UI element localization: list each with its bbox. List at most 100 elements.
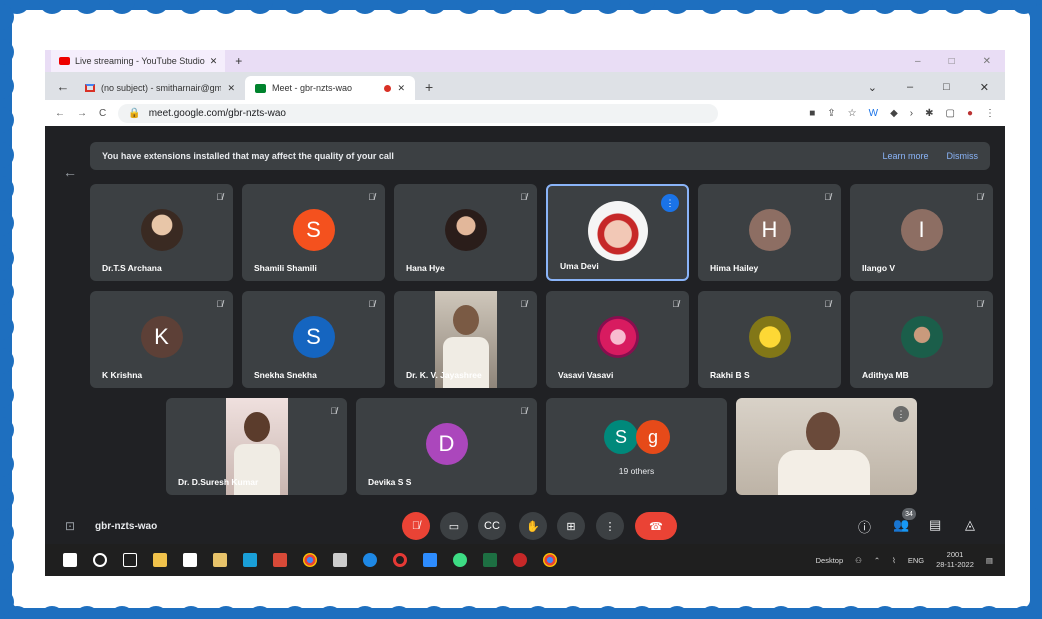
new-tab-button[interactable]: + xyxy=(225,54,252,68)
participant-tile[interactable]: 🎙̸ Vasavi Vasavi xyxy=(546,291,689,388)
url-field[interactable]: 🔒 meet.google.com/gbr-nzts-wao xyxy=(118,103,719,123)
file-explorer-icon[interactable] xyxy=(153,553,167,567)
maximize-button[interactable]: □ xyxy=(949,56,955,67)
url-text: meet.google.com/gbr-nzts-wao xyxy=(148,107,286,119)
tab-search-icon[interactable]: ⌄ xyxy=(868,81,877,94)
participant-name: Hima Hailey xyxy=(710,263,759,273)
sidepanel-icon[interactable]: ▢ xyxy=(946,108,955,119)
leave-call-button[interactable]: ☎ xyxy=(635,512,677,540)
participant-tile[interactable]: I 🎙̸ Ilango V xyxy=(850,184,993,281)
minimize-button[interactable]: – xyxy=(907,81,913,94)
store-icon[interactable] xyxy=(213,553,227,567)
participant-name: Dr.T.S Archana xyxy=(102,263,162,273)
menu-kebab-icon[interactable]: ⋮ xyxy=(985,108,995,119)
participant-name: Uma Devi xyxy=(560,261,599,271)
maximize-button[interactable]: □ xyxy=(943,81,950,94)
minimize-button[interactable]: – xyxy=(915,56,921,67)
participant-tile[interactable]: 🎙̸ Adithya MB xyxy=(850,291,993,388)
mic-off-icon: 🎙̸ xyxy=(330,406,337,416)
camera-toggle-button[interactable]: ▭ xyxy=(440,512,468,540)
participant-tile[interactable]: K 🎙̸ K Krishna xyxy=(90,291,233,388)
notifications-icon[interactable]: ▤ xyxy=(986,556,993,565)
present-button[interactable]: ⊞ xyxy=(557,512,585,540)
back-icon[interactable]: ← xyxy=(55,108,65,119)
tab-gmail[interactable]: (no subject) - smitharnair@gm... ✕ xyxy=(75,76,245,100)
tab-youtube-studio[interactable]: Live streaming - YouTube Studio ✕ xyxy=(51,50,226,72)
forward-icon[interactable]: → xyxy=(77,108,87,119)
edge-icon[interactable] xyxy=(363,553,377,567)
participant-tile[interactable]: 🎙̸ Hana Hye xyxy=(394,184,537,281)
participant-tile-speaking[interactable]: ⋮ Uma Devi xyxy=(546,184,689,281)
mic-toggle-button[interactable]: 🎙̸ xyxy=(402,512,430,540)
people-icon[interactable]: 👥 xyxy=(893,517,909,533)
captions-panel-icon[interactable]: ⊡ xyxy=(65,519,75,533)
learn-more-link[interactable]: Learn more xyxy=(882,151,928,161)
avatar xyxy=(596,315,639,358)
tab-meet[interactable]: Meet - gbr-nzts-wao ✕ xyxy=(245,76,415,100)
task-view-icon[interactable] xyxy=(123,553,137,567)
chrome-icon[interactable] xyxy=(303,553,317,567)
camera-icon[interactable]: ■ xyxy=(809,108,815,119)
back-arrow-icon[interactable]: ← xyxy=(51,72,75,100)
more-options-icon[interactable]: ⋮ xyxy=(893,406,909,422)
avatar xyxy=(444,208,487,251)
app-l-icon[interactable] xyxy=(243,553,257,567)
search-icon[interactable] xyxy=(93,553,107,567)
pdf-icon[interactable] xyxy=(273,553,287,567)
desktop-label[interactable]: Desktop xyxy=(816,556,844,565)
meet-controls: ⊡ gbr-nzts-wao 🎙̸ ▭ CC ✋ ⊞ ⋮ ☎ ⓘ 34 👥 ▤ … xyxy=(45,508,1005,544)
close-button[interactable]: ✕ xyxy=(983,56,991,67)
zoom-icon[interactable] xyxy=(423,553,437,567)
app-icon[interactable] xyxy=(513,553,527,567)
avatar xyxy=(140,208,183,251)
tab-title: Live streaming - YouTube Studio xyxy=(75,56,205,66)
new-tab-button[interactable]: + xyxy=(415,79,443,100)
opera-icon[interactable] xyxy=(393,553,407,567)
bookmark-star-icon[interactable]: ☆ xyxy=(848,108,857,119)
excel-icon[interactable] xyxy=(483,553,497,567)
profile-avatar[interactable]: ● xyxy=(967,108,973,119)
participant-tile[interactable]: 🎙̸ Dr.T.S Archana xyxy=(90,184,233,281)
side-back-arrow-icon[interactable]: ← xyxy=(63,164,77,180)
more-options-button[interactable]: ⋮ xyxy=(596,512,624,540)
others-tile[interactable]: S g 19 others xyxy=(546,398,727,495)
close-button[interactable]: ✕ xyxy=(980,81,989,94)
participant-tile[interactable]: H 🎙̸ Hima Hailey xyxy=(698,184,841,281)
tab-close-icon[interactable]: ✕ xyxy=(210,56,218,67)
participant-tile[interactable]: S 🎙̸ Snekha Snekha xyxy=(242,291,385,388)
activities-icon[interactable]: ◬ xyxy=(965,517,975,533)
share-icon[interactable]: ⇪ xyxy=(827,108,835,119)
reload-icon[interactable]: C xyxy=(99,108,106,119)
participant-tile[interactable]: S 🎙̸ Shamili Shamili xyxy=(242,184,385,281)
tab-close-icon[interactable]: ✕ xyxy=(227,83,235,94)
extension-arrow-icon[interactable]: › xyxy=(910,108,913,119)
participant-tile[interactable]: D 🎙̸ Devika S S xyxy=(356,398,537,495)
mail-icon[interactable] xyxy=(333,553,347,567)
extension-w-icon[interactable]: W xyxy=(869,108,878,119)
chat-icon[interactable]: ▤ xyxy=(929,517,941,533)
participant-name: Ilango V xyxy=(862,263,896,273)
mic-off-icon: 🎙̸ xyxy=(672,299,679,309)
app-icon[interactable] xyxy=(453,553,467,567)
extension-icon[interactable]: ◆ xyxy=(890,108,898,119)
language-indicator[interactable]: ENG xyxy=(908,556,924,565)
dismiss-link[interactable]: Dismiss xyxy=(947,151,979,161)
network-icon[interactable]: ⌇ xyxy=(892,556,896,565)
document-icon[interactable] xyxy=(183,553,197,567)
tab-close-icon[interactable]: ✕ xyxy=(397,83,405,94)
mic-off-icon: 🎙̸ xyxy=(368,299,375,309)
chrome-icon[interactable] xyxy=(543,553,557,567)
puzzle-icon[interactable]: ✱ xyxy=(925,108,933,119)
participant-tile-video[interactable]: 🎙̸ Dr. K. V. Jayashree xyxy=(394,291,537,388)
participant-tile-video[interactable]: 🎙̸ Dr. D.Suresh Kumar xyxy=(166,398,347,495)
participant-tile[interactable]: 🎙̸ Rakhi B S xyxy=(698,291,841,388)
self-view-video[interactable]: ⋮ xyxy=(736,398,917,495)
clock[interactable]: 2001 28-11-2022 xyxy=(936,550,974,570)
participant-name: Dr. K. V. Jayashree xyxy=(406,370,482,380)
raise-hand-button[interactable]: ✋ xyxy=(519,512,547,540)
meeting-info-icon[interactable]: ⓘ xyxy=(858,517,871,536)
people-icon[interactable]: ⚇ xyxy=(855,556,862,565)
windows-start-icon[interactable] xyxy=(63,553,77,567)
captions-button[interactable]: CC xyxy=(478,512,506,540)
chevron-up-icon[interactable]: ⌃ xyxy=(874,556,880,565)
